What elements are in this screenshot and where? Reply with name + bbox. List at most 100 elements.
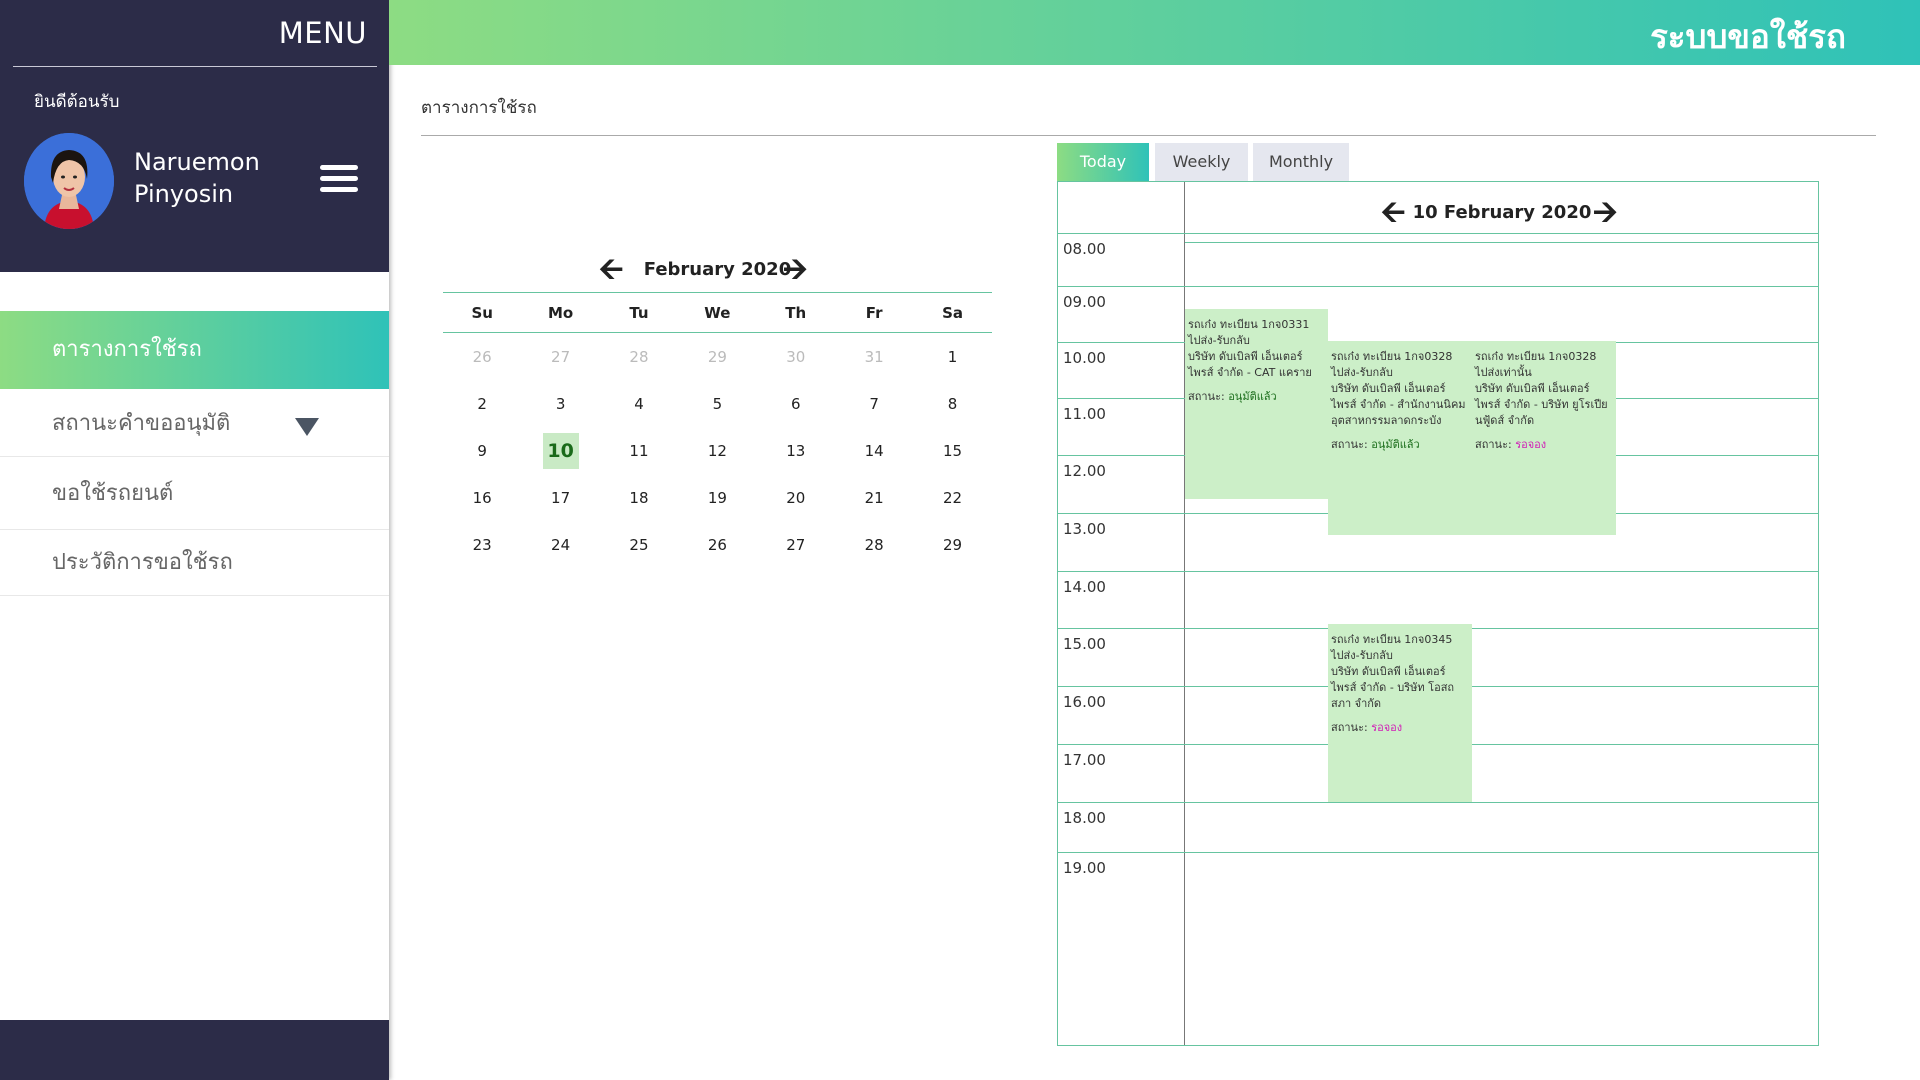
calendar-day[interactable]: 15 <box>913 442 991 460</box>
calendar-day[interactable]: 28 <box>600 348 678 366</box>
tab-weekly[interactable]: Weekly <box>1155 143 1248 181</box>
calendar-day-number: 17 <box>551 488 571 507</box>
calendar-day[interactable]: 5 <box>678 395 756 413</box>
mini-calendar-month: February 2020 <box>643 259 792 280</box>
hour-label: 08.00 <box>1063 240 1106 258</box>
event-car: รถเก๋ง ทะเบียน 1กจ0328 <box>1331 350 1453 363</box>
hour-label: 17.00 <box>1063 751 1106 769</box>
calendar-day[interactable]: 3 <box>521 395 599 413</box>
calendar-day-number: 9 <box>477 441 487 460</box>
calendar-day[interactable]: 17 <box>521 489 599 507</box>
calendar-day[interactable]: 6 <box>757 395 835 413</box>
sidebar-item-request-car[interactable]: ขอใช้รถยนต์ <box>0 457 389 530</box>
calendar-day-number: 2 <box>477 394 487 413</box>
hour-label: 11.00 <box>1063 405 1106 423</box>
menu-divider <box>13 66 377 67</box>
calendar-day[interactable]: 20 <box>757 489 835 507</box>
event-company: บริษัท ดับเบิลพี เอ็นเตอร์ไพรส์ จำกัด - … <box>1331 382 1466 427</box>
weeks: 26 27 28 29 30 31 1 2 3 4 5 6 7 8 9 10 11 12 13 14 15 16 17 18 1… <box>443 333 992 568</box>
calendar-day[interactable]: 23 <box>443 536 521 554</box>
calendar-day[interactable]: 26 <box>443 348 521 366</box>
event-purpose: ไปส่งเท่านั้น <box>1475 366 1532 379</box>
calendar-day[interactable]: 12 <box>678 442 756 460</box>
calendar-day-number: 3 <box>555 394 566 413</box>
calendar-day-number: 28 <box>629 347 649 366</box>
calendar-day[interactable]: 14 <box>835 442 913 460</box>
calendar-day[interactable]: 25 <box>600 536 678 554</box>
calendar-day-number: 11 <box>629 441 649 460</box>
event-car: รถเก๋ง ทะเบียน 1กจ0328 <box>1475 350 1597 363</box>
mini-calendar: 🡨 February 2020 🡪 Su Mo Tu We Th Fr Sa 26 27 28 2… <box>443 252 992 568</box>
sidebar-item-approval-status[interactable]: สถานะคำขออนุมัติ <box>0 391 389 457</box>
calendar-day[interactable]: 16 <box>443 489 521 507</box>
hamburger-bar <box>320 165 358 170</box>
calendar-day-number: 1 <box>947 347 958 366</box>
calendar-day[interactable]: 9 <box>443 442 521 460</box>
calendar-day[interactable]: 27 <box>521 348 599 366</box>
sidebar-item-car-schedule[interactable]: ตารางการใช้รถ <box>0 311 389 389</box>
calendar-day[interactable]: 13 <box>757 442 835 460</box>
event-status-label: สถานะ: <box>1475 438 1512 451</box>
calendar-day[interactable]: 18 <box>600 489 678 507</box>
calendar-day[interactable]: 24 <box>521 536 599 554</box>
calendar-day[interactable]: 21 <box>835 489 913 507</box>
calendar-day-number: 13 <box>786 441 806 460</box>
hour-label: 13.00 <box>1063 520 1106 538</box>
calendar-day-number: 8 <box>947 394 958 413</box>
sidebar-item-label: สถานะคำขออนุมัติ <box>52 411 231 436</box>
mini-calendar-header: 🡨 February 2020 🡪 <box>443 252 992 288</box>
arrow-left-icon[interactable]: 🡨 <box>599 255 623 285</box>
calendar-day-number: 14 <box>864 441 884 460</box>
calendar-day-number: 21 <box>864 488 884 507</box>
event-purpose: ไปส่ง-รับกลับ <box>1331 649 1393 662</box>
schedule-event[interactable]: รถเก๋ง ทะเบียน 1กจ0331 ไปส่ง-รับกลับ บริษั… <box>1185 309 1328 499</box>
calendar-day[interactable]: 29 <box>678 348 756 366</box>
sidebar-item-request-history[interactable]: ประวัติการขอใช้รถ <box>0 530 389 596</box>
calendar-day[interactable]: 19 <box>678 489 756 507</box>
calendar-day[interactable]: 4 <box>600 395 678 413</box>
hour-label: 14.00 <box>1063 578 1106 596</box>
avatar <box>24 133 114 229</box>
calendar-day[interactable]: 7 <box>835 395 913 413</box>
calendar-day[interactable]: 29 <box>913 536 991 554</box>
calendar-day[interactable]: 27 <box>757 536 835 554</box>
hamburger-icon[interactable] <box>320 165 358 193</box>
calendar-day[interactable]: 1 <box>913 348 991 366</box>
calendar-day[interactable]: 31 <box>835 348 913 366</box>
calendar-day-number: 24 <box>551 535 571 554</box>
user-first-name: Naruemon <box>134 148 260 176</box>
calendar-day[interactable]: 28 <box>835 536 913 554</box>
caret-down-icon[interactable] <box>295 418 319 436</box>
schedule-event[interactable]: รถเก๋ง ทะเบียน 1กจ0345 ไปส่ง-รับกลับ บริษั… <box>1328 624 1472 802</box>
mini-calendar-grid: Su Mo Tu We Th Fr Sa 26 27 28 29 30 31 1 2 3 4 5 6 7 8 9 10 11… <box>443 292 992 568</box>
tab-today[interactable]: Today <box>1057 143 1149 181</box>
user-last-name: Pinyosin <box>134 180 234 208</box>
calendar-day[interactable]: 26 <box>678 536 756 554</box>
calendar-day-number: 29 <box>942 535 963 554</box>
sidebar: MENU ยินดีต้อนรับ Naruemon Pinyosin ตารา… <box>0 0 389 1080</box>
event-status-row: สถานะ: รอจอง <box>1331 720 1469 736</box>
event-status-badge: รอจอง <box>1371 721 1403 734</box>
sidebar-item-label: ประวัติการขอใช้รถ <box>52 550 233 575</box>
event-car: รถเก๋ง ทะเบียน 1กจ0345 <box>1331 633 1453 646</box>
calendar-day[interactable]: 11 <box>600 442 678 460</box>
event-status-badge: อนุมัติแล้ว <box>1371 438 1420 451</box>
app-title: ระบบขอใช้รถ <box>1650 17 1846 56</box>
calendar-day[interactable]: 30 <box>757 348 835 366</box>
calendar-day-number: 26 <box>472 347 492 366</box>
calendar-day[interactable]: 8 <box>913 395 991 413</box>
calendar-day[interactable]: 10 <box>521 432 599 469</box>
calendar-day-number: 20 <box>786 488 806 507</box>
calendar-day-number: 27 <box>551 347 571 366</box>
hour-line <box>1058 802 1818 803</box>
event-company: บริษัท ดับเบิลพี เอ็นเตอร์ไพรส์ จำกัด - … <box>1188 350 1312 379</box>
sidebar-item-label: ขอใช้รถยนต์ <box>52 481 174 506</box>
hour-label: 10.00 <box>1063 349 1106 367</box>
calendar-day[interactable]: 22 <box>913 489 991 507</box>
event-status-row: สถานะ: อนุมัติแล้ว <box>1188 389 1325 405</box>
schedule-event[interactable]: รถเก๋ง ทะเบียน 1กจ0328 ไปส่ง-รับกลับ บริษั… <box>1328 341 1472 535</box>
tab-monthly[interactable]: Monthly <box>1253 143 1349 181</box>
schedule-event[interactable]: รถเก๋ง ทะเบียน 1กจ0328 ไปส่งเท่านั้น บริษั… <box>1472 341 1616 535</box>
arrow-right-icon[interactable]: 🡪 <box>783 255 807 285</box>
calendar-day[interactable]: 2 <box>443 395 521 413</box>
